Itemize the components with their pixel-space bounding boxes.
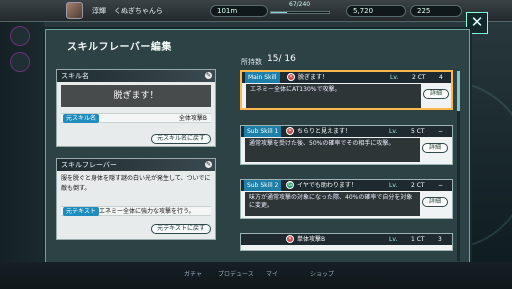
reset-skill-name-button[interactable]: 元スキル名に戻す: [150, 134, 211, 144]
slot-label: Main Skill: [245, 72, 280, 83]
skill-flavor-header: スキルフレーバー ✎: [57, 159, 215, 171]
owned-count: 15/ 16: [267, 54, 296, 64]
currency-2: 225: [410, 5, 462, 17]
level-label: Lv.: [390, 74, 399, 81]
ct-value: 4: [439, 74, 443, 81]
level-label: Lv.: [389, 182, 398, 189]
skill-list[interactable]: Main Skill ✕ 脱ぎます！ Lv. 2 CT 4 エネミー全体にAT1…: [240, 70, 462, 262]
original-text-row: 元テキスト エネミー全体に強力な攻撃を行う。: [61, 206, 211, 216]
top-status-bar: 淳輝 くぬぎちゃんら 101m 67/240 5,720 225: [0, 0, 512, 22]
scrollbar-thumb[interactable]: [457, 71, 460, 111]
skill-name: イヤでも助わります！: [297, 182, 357, 189]
slot-label: Sub Skill 2: [244, 180, 282, 191]
slot-label: Sub Skill 1: [244, 126, 282, 137]
detail-button[interactable]: 詳細: [423, 89, 449, 99]
avatar[interactable]: [66, 2, 83, 19]
list-item[interactable]: Sub Skill 2 G イヤでも助わります！ Lv. 2 CT − 味方が通…: [240, 179, 453, 219]
skill-description: 通常攻撃を受けた後、50%の確率でその相手に攻撃。: [245, 138, 420, 162]
bottom-tab[interactable]: ショップ: [310, 269, 334, 278]
ct-label: 1 CT: [411, 236, 425, 243]
original-skill-value: 全体攻撃B: [178, 115, 207, 122]
page-title: スキルフレーバー編集: [67, 42, 172, 53]
list-scrollbar[interactable]: [457, 71, 460, 261]
flavor-text[interactable]: 服を脱ぐと身体を隠す謎の白い光が発生して、ついでに 敵も倒す。: [61, 174, 211, 204]
list-item-header: Sub Skill 1 ✕ ちらりと見えます！ Lv. 5 CT −: [241, 126, 452, 137]
exp-bar-fill: [271, 12, 288, 13]
skill-type-icon: G: [286, 181, 294, 189]
menu-icon[interactable]: [10, 52, 30, 72]
skill-name: 脱ぎます！: [298, 74, 329, 81]
skill-name: 単体攻撃B: [297, 236, 326, 243]
skill-description: エネミー全体にAT130%で攻撃。: [246, 84, 421, 108]
bottom-nav: ガチャ プロデュース マイ ショップ: [0, 262, 512, 289]
ct-value: −: [438, 182, 444, 189]
skill-type-icon: ✕: [287, 73, 295, 81]
player-name: 淳輝: [92, 7, 106, 15]
list-item[interactable]: Main Skill ✕ 脱ぎます！ Lv. 2 CT 4 エネミー全体にAT1…: [240, 70, 453, 110]
skill-name-value[interactable]: 脱ぎます！: [61, 85, 211, 107]
bottom-tab[interactable]: ガチャ: [184, 269, 202, 278]
exp-text: 67/240: [289, 1, 311, 8]
list-item-header: Sub Skill 2 G イヤでも助わります！ Lv. 2 CT −: [241, 180, 452, 191]
skill-name-card: スキル名 ✎ 脱ぎます！ 元スキル名 全体攻撃B 元スキル名に戻す: [56, 69, 216, 147]
exp-bar: [270, 11, 330, 14]
detail-button[interactable]: 詳細: [422, 143, 448, 153]
edit-icon[interactable]: ✎: [205, 72, 212, 79]
original-skill-tag: 元スキル名: [63, 114, 100, 123]
level-label: Lv.: [389, 236, 398, 243]
rank-text: くぬぎちゃんら: [114, 7, 163, 15]
owned-label: 所持数: [241, 58, 262, 66]
list-item[interactable]: ✕ 単体攻撃B Lv. 1 CT 3: [240, 233, 453, 251]
home-icon[interactable]: [10, 26, 30, 46]
original-text-tag: 元テキスト: [63, 207, 99, 216]
level-label: Lv.: [389, 128, 398, 135]
skill-type-icon: ✕: [286, 127, 294, 135]
original-text-value: エネミー全体に強力な攻撃を行う。: [99, 208, 195, 215]
ct-value: −: [438, 128, 444, 135]
currency-1: 5,720: [346, 5, 406, 17]
detail-button[interactable]: 詳細: [422, 197, 448, 207]
level-pill: 101m: [210, 5, 268, 17]
ct-value: 3: [438, 236, 442, 243]
list-item-header: ✕ 単体攻撃B Lv. 1 CT 3: [241, 234, 452, 245]
list-item-header: Main Skill ✕ 脱ぎます！ Lv. 2 CT 4: [242, 72, 451, 83]
skill-description: 味方が通常攻撃の対象になった際、40%の確率で自分を対象に変更。: [245, 192, 420, 216]
ct-label: 2 CT: [412, 74, 426, 81]
ct-label: 2 CT: [411, 182, 425, 189]
edit-icon[interactable]: ✎: [205, 161, 212, 168]
skill-type-icon: ✕: [286, 235, 294, 243]
reset-flavor-button[interactable]: 元テキストに戻す: [151, 224, 211, 234]
skill-flavor-card: スキルフレーバー ✎ 服を脱ぐと身体を隠す謎の白い光が発生して、ついでに 敵も倒…: [56, 158, 216, 240]
bottom-tab[interactable]: プロデュース: [218, 269, 254, 278]
bottom-tab[interactable]: マイ: [266, 269, 278, 278]
skill-name: ちらりと見えます！: [297, 128, 352, 135]
left-hud: [0, 0, 44, 289]
original-skill-row: 元スキル名 全体攻撃B: [61, 113, 211, 123]
ct-label: 5 CT: [411, 128, 425, 135]
list-item[interactable]: Sub Skill 1 ✕ ちらりと見えます！ Lv. 5 CT − 通常攻撃を…: [240, 125, 453, 165]
skill-name-header: スキル名 ✎: [57, 70, 215, 82]
